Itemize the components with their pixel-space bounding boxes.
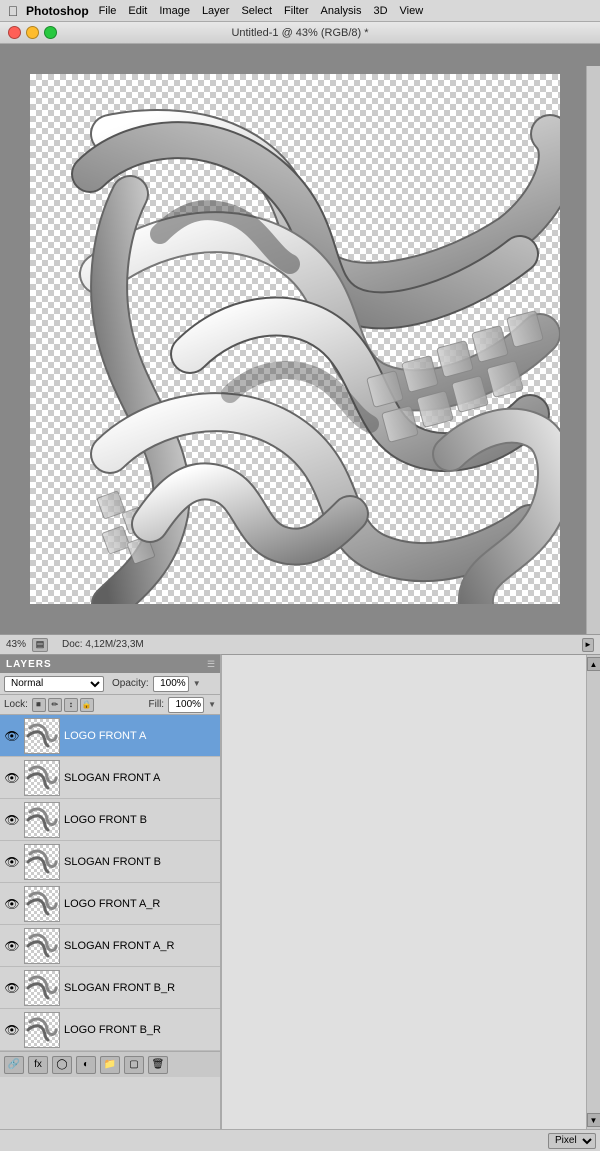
status-bar: 43% ▤ Doc: 4,12M/23,3M ►: [0, 634, 600, 654]
opacity-label: Opacity:: [112, 678, 149, 689]
layer-visibility-7[interactable]: 👁: [4, 1022, 20, 1038]
layer-thumbnail-2: [24, 802, 60, 838]
canvas-area: [0, 44, 600, 634]
panel-footer: 🔗 fx ◯ ◐ 📁 ▢ 🗑: [0, 1051, 220, 1077]
right-panel: ▲ ▼: [220, 654, 600, 1129]
layer-thumbnail-0: [24, 718, 60, 754]
menu-bar:  Photoshop File Edit Image Layer Select…: [0, 0, 600, 22]
layer-thumbnail-5: [24, 928, 60, 964]
layer-row-6[interactable]: 👁 SLOGAN FRONT B_R: [0, 967, 220, 1009]
menu-filter[interactable]: Filter: [284, 5, 308, 17]
layer-visibility-3[interactable]: 👁: [4, 854, 20, 870]
layer-row-5[interactable]: 👁 SLOGAN FRONT A_R: [0, 925, 220, 967]
lock-icons: ◾ ✏ ↕ 🔒: [32, 698, 94, 712]
apple-logo[interactable]: : [4, 2, 22, 20]
bottom-area: LAYERS ☰ Normal Opacity: ▼ Lock: ◾ ✏ ↕ 🔒…: [0, 654, 600, 1129]
layer-visibility-2[interactable]: 👁: [4, 812, 20, 828]
layer-row-4[interactable]: 👁 LOGO FRONT A_R: [0, 883, 220, 925]
menu-edit[interactable]: Edit: [128, 5, 147, 17]
layer-name-0: LOGO FRONT A: [64, 730, 216, 742]
lock-transparent-icon[interactable]: ◾: [32, 698, 46, 712]
layer-name-5: SLOGAN FRONT A_R: [64, 940, 216, 952]
menu-select[interactable]: Select: [241, 5, 272, 17]
layer-thumbnail-3: [24, 844, 60, 880]
window-title: Untitled-1 @ 43% (RGB/8) *: [231, 27, 368, 39]
new-layer-button[interactable]: ▢: [124, 1056, 144, 1074]
layer-name-3: SLOGAN FRONT B: [64, 856, 216, 868]
lock-label: Lock:: [4, 699, 28, 710]
layer-visibility-6[interactable]: 👁: [4, 980, 20, 996]
lock-position-icon[interactable]: ↕: [64, 698, 78, 712]
menu-items: File Edit Image Layer Select Filter Anal…: [99, 5, 424, 17]
add-mask-button[interactable]: ◯: [52, 1056, 72, 1074]
new-adjustment-button[interactable]: ◐: [76, 1056, 96, 1074]
menu-view[interactable]: View: [400, 5, 424, 17]
scroll-down-button[interactable]: ▼: [587, 1113, 600, 1127]
link-layers-button[interactable]: 🔗: [4, 1056, 24, 1074]
layer-visibility-4[interactable]: 👁: [4, 896, 20, 912]
layer-visibility-5[interactable]: 👁: [4, 938, 20, 954]
layer-row-3[interactable]: 👁 SLOGAN FRONT B: [0, 841, 220, 883]
scroll-up-button[interactable]: ▲: [587, 657, 600, 671]
doc-info: Doc: 4,12M/23,3M: [62, 639, 144, 650]
title-bar: Untitled-1 @ 43% (RGB/8) *: [0, 22, 600, 44]
layer-row-2[interactable]: 👁 LOGO FRONT B: [0, 799, 220, 841]
app-name: Photoshop: [26, 4, 89, 18]
close-button[interactable]: [8, 26, 21, 39]
vertical-scrollbar[interactable]: [586, 66, 600, 634]
zoom-button[interactable]: ▤: [32, 638, 48, 652]
window-controls: [8, 26, 57, 39]
menu-3d[interactable]: 3D: [373, 5, 387, 17]
panel-title: LAYERS: [6, 659, 52, 670]
artwork-svg: [30, 74, 560, 604]
zoom-level: 43%: [6, 639, 26, 650]
layer-row-0[interactable]: 👁 LOGO FRONT A: [0, 715, 220, 757]
layer-name-6: SLOGAN FRONT B_R: [64, 982, 216, 994]
menu-image[interactable]: Image: [159, 5, 190, 17]
layer-thumbnail-7: [24, 1012, 60, 1048]
panel-header: LAYERS ☰: [0, 655, 220, 673]
maximize-button[interactable]: [44, 26, 57, 39]
layer-visibility-1[interactable]: 👁: [4, 770, 20, 786]
layers-panel: LAYERS ☰ Normal Opacity: ▼ Lock: ◾ ✏ ↕ 🔒…: [0, 654, 220, 1129]
layer-name-4: LOGO FRONT A_R: [64, 898, 216, 910]
menu-analysis[interactable]: Analysis: [321, 5, 362, 17]
lock-all-icon[interactable]: 🔒: [80, 698, 94, 712]
layer-thumbnail-6: [24, 970, 60, 1006]
right-scrollbar[interactable]: ▲ ▼: [586, 655, 600, 1129]
menu-file[interactable]: File: [99, 5, 117, 17]
layer-name-1: SLOGAN FRONT A: [64, 772, 216, 784]
menu-layer[interactable]: Layer: [202, 5, 230, 17]
layer-name-7: LOGO FRONT B_R: [64, 1024, 216, 1036]
blend-mode-row: Normal Opacity: ▼: [0, 673, 220, 695]
layer-effects-button[interactable]: fx: [28, 1056, 48, 1074]
status-arrow[interactable]: ►: [582, 638, 594, 652]
opacity-arrow-icon: ▼: [193, 679, 201, 688]
lock-row: Lock: ◾ ✏ ↕ 🔒 Fill: ▼: [0, 695, 220, 715]
layer-visibility-0[interactable]: 👁: [4, 728, 20, 744]
bottom-strip: Pixel: [0, 1129, 600, 1151]
layer-row-7[interactable]: 👁 LOGO FRONT B_R: [0, 1009, 220, 1051]
blend-mode-select[interactable]: Normal: [4, 676, 104, 692]
opacity-input[interactable]: [153, 676, 189, 692]
minimize-button[interactable]: [26, 26, 39, 39]
new-group-button[interactable]: 📁: [100, 1056, 120, 1074]
delete-layer-button[interactable]: 🗑: [148, 1056, 168, 1074]
layer-row-1[interactable]: 👁 SLOGAN FRONT A: [0, 757, 220, 799]
fill-label: Fill:: [149, 699, 165, 710]
fill-arrow-icon: ▼: [208, 700, 216, 709]
layer-name-2: LOGO FRONT B: [64, 814, 216, 826]
unit-select[interactable]: Pixel: [548, 1133, 596, 1149]
fill-input[interactable]: [168, 697, 204, 713]
canvas[interactable]: [30, 74, 560, 604]
panel-options-icon[interactable]: ☰: [202, 655, 220, 673]
layer-list: 👁 LOGO FRONT A 👁 SLOGAN FRONT A 👁 LOGO FRONT …: [0, 715, 220, 1051]
layer-thumbnail-1: [24, 760, 60, 796]
layer-thumbnail-4: [24, 886, 60, 922]
lock-pixels-icon[interactable]: ✏: [48, 698, 62, 712]
